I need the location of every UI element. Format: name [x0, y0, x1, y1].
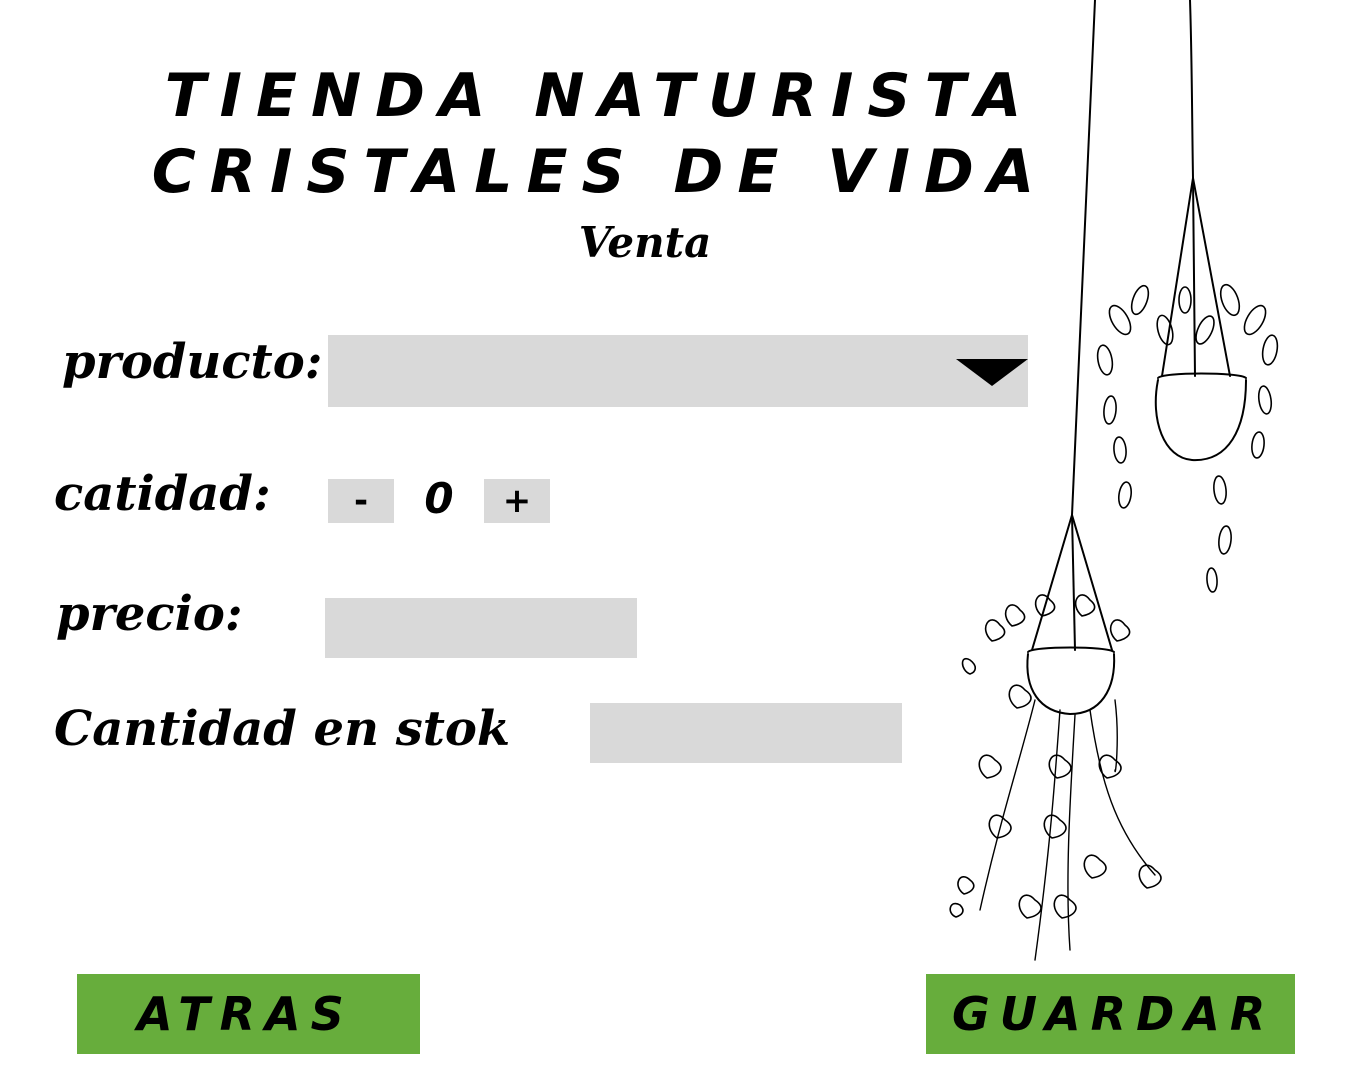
- producto-select[interactable]: [328, 335, 1028, 407]
- store-title-line-1: TIENDA NATURISTA: [164, 61, 1036, 131]
- page-subtitle: Venta: [578, 218, 712, 267]
- store-title-line-2: CRISTALES DE VIDA: [151, 137, 1049, 207]
- stock-field[interactable]: [590, 703, 902, 763]
- sale-form-screen: TIENDA NATURISTA CRISTALES DE VIDA Venta…: [0, 0, 1360, 1078]
- precio-field[interactable]: [325, 598, 637, 658]
- quantity-increment-button[interactable]: +: [484, 479, 550, 523]
- quantity-decrement-button[interactable]: -: [328, 479, 394, 523]
- producto-label: producto:: [62, 334, 323, 390]
- cantidad-label: catidad:: [54, 466, 271, 522]
- quantity-value: 0: [424, 474, 454, 523]
- precio-label: precio:: [56, 586, 243, 642]
- save-button[interactable]: GUARDAR: [926, 974, 1295, 1054]
- hanging-plants-illustration: [949, 0, 1279, 961]
- stock-label: Cantidad en stok: [54, 701, 511, 757]
- back-button[interactable]: ATRAS: [77, 974, 420, 1054]
